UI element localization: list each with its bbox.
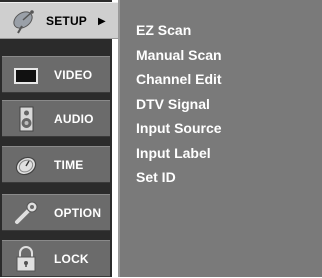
osd-menu: SETUP ▶ VIDEO AUDIO TIME OPTION LOCK EZ … bbox=[0, 0, 322, 277]
menu-item-label: LOCK bbox=[54, 252, 89, 266]
menu-item-lock[interactable]: LOCK bbox=[2, 240, 110, 277]
screen-icon bbox=[12, 62, 40, 88]
menu-item-audio[interactable]: AUDIO bbox=[2, 100, 110, 137]
submenu-panel-inner: EZ Scan Manual Scan Channel Edit DTV Sig… bbox=[118, 0, 322, 277]
wrench-icon bbox=[12, 200, 40, 226]
speaker-icon bbox=[12, 106, 40, 132]
menu-item-video[interactable]: VIDEO bbox=[2, 56, 110, 93]
submenu-item-input-source[interactable]: Input Source bbox=[136, 116, 222, 141]
menu-item-label: VIDEO bbox=[54, 68, 93, 82]
menu-item-option[interactable]: OPTION bbox=[2, 194, 110, 231]
main-menu-sidebar: SETUP ▶ VIDEO AUDIO TIME OPTION LOCK bbox=[0, 0, 118, 277]
menu-item-label: OPTION bbox=[54, 206, 102, 220]
menu-item-setup[interactable]: SETUP ▶ bbox=[0, 2, 118, 39]
submenu-item-manual-scan[interactable]: Manual Scan bbox=[136, 43, 222, 68]
menu-item-label: SETUP bbox=[46, 14, 88, 28]
submenu-list: EZ Scan Manual Scan Channel Edit DTV Sig… bbox=[136, 18, 222, 190]
menu-item-time[interactable]: TIME bbox=[2, 146, 110, 183]
clock-icon bbox=[12, 152, 40, 178]
satellite-dish-icon bbox=[10, 8, 38, 34]
submenu-item-dtv-signal[interactable]: DTV Signal bbox=[136, 92, 222, 117]
padlock-icon bbox=[12, 246, 40, 272]
menu-item-label: TIME bbox=[54, 158, 84, 172]
submenu-item-channel-edit[interactable]: Channel Edit bbox=[136, 67, 222, 92]
submenu-arrow-icon: ▶ bbox=[98, 16, 106, 27]
setup-submenu-panel: EZ Scan Manual Scan Channel Edit DTV Sig… bbox=[118, 0, 322, 277]
menu-item-label: AUDIO bbox=[54, 112, 94, 126]
submenu-item-set-id[interactable]: Set ID bbox=[136, 165, 222, 190]
submenu-item-ez-scan[interactable]: EZ Scan bbox=[136, 18, 222, 43]
submenu-item-input-label[interactable]: Input Label bbox=[136, 141, 222, 166]
